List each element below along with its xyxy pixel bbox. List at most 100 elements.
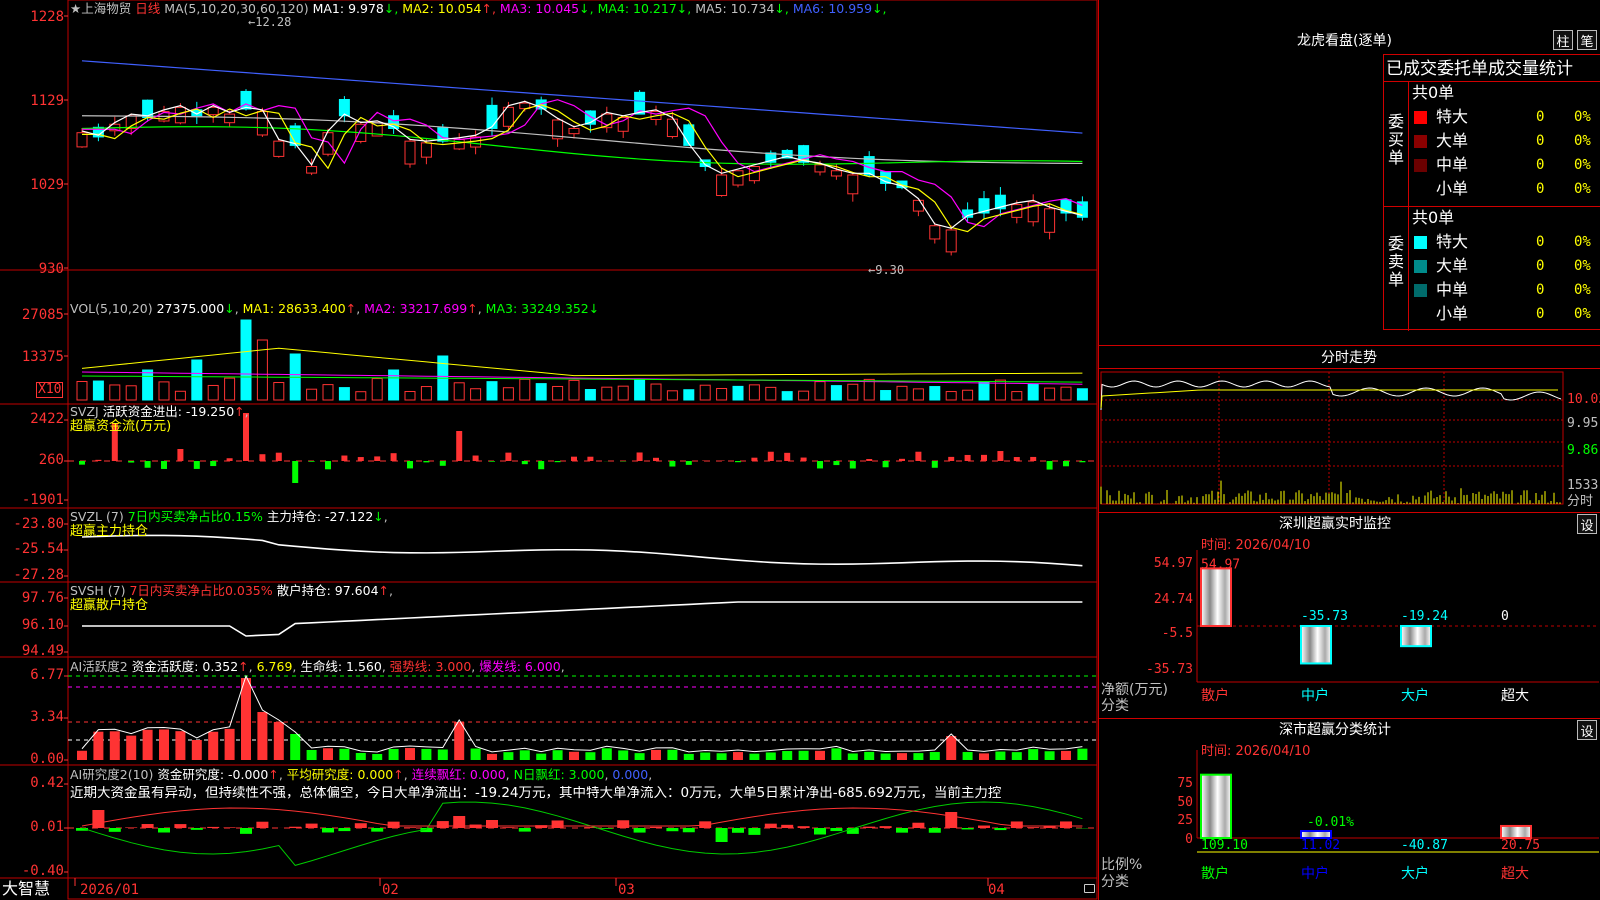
candle: [273, 140, 285, 157]
tab-tick-view[interactable]: 笔: [1577, 30, 1597, 50]
research-bar: [436, 821, 449, 828]
volume-bar: [601, 386, 613, 401]
research-bar: [600, 828, 613, 829]
svsh-ratio: 7日内买卖净占比0.035%: [129, 583, 273, 598]
volume-bar: [306, 388, 318, 401]
activity-bar: [798, 750, 809, 760]
vol-unit-badge: X10: [36, 382, 64, 398]
ai2-comment: 近期大资金虽有异动，但持续性不强，总体偏空，今日大单净流出：-19.24万元，其…: [70, 786, 1002, 800]
fund-flow-bar: [1046, 461, 1053, 470]
stats-category: 超大: [1501, 866, 1529, 882]
order-pct: 0%: [1574, 282, 1591, 298]
volume-bar: [191, 359, 203, 401]
order-type-label: 小单: [1436, 304, 1469, 323]
period-label[interactable]: 日线: [135, 1, 160, 16]
fund-flow-bar: [95, 459, 102, 461]
chart-frame: [67, 0, 1098, 900]
research-bar: [617, 820, 630, 828]
research-bar: [978, 825, 990, 828]
activity-bar: [437, 749, 448, 760]
candle: [912, 199, 924, 212]
candle: [306, 166, 318, 174]
volume-bar: [847, 383, 859, 401]
ma-arrow: ↓,: [774, 1, 789, 16]
intraday-chart[interactable]: [1099, 370, 1600, 510]
order-count: 0: [1536, 306, 1545, 322]
candle: [224, 113, 236, 124]
lhb-table: 已成交委托单成交量统计 委买单 委卖单 共0单 共0单 特大 0 0% 大单 0 0% 中单…: [1383, 54, 1600, 331]
fund-flow-bar: [849, 461, 856, 469]
date-label: 04: [988, 882, 1005, 898]
activity-bar: [782, 751, 793, 760]
monitor-settings-button[interactable]: 设: [1577, 514, 1597, 534]
stats-ytick: 50: [1177, 795, 1193, 810]
research-bar: [289, 826, 302, 828]
stats-settings-button[interactable]: 设: [1577, 720, 1597, 740]
ai2-name: AI研究度2(10): [70, 767, 154, 782]
ma-arrow: ↑,: [481, 1, 496, 16]
volume-bar: [978, 381, 990, 401]
research-bar: [748, 828, 761, 835]
fund-flow-bar: [79, 461, 85, 465]
research-line: [81, 801, 1083, 866]
activity-bar: [831, 748, 842, 760]
symbol-name[interactable]: ★上海物贸: [70, 1, 131, 16]
main-position-line: [81, 534, 1083, 567]
fund-flow-bar: [423, 461, 430, 463]
order-type-label: 中单: [1436, 155, 1469, 174]
volume-bar: [863, 378, 875, 401]
ai2-consec-red: 连续飘红: 0.000: [411, 767, 506, 782]
order-pct: 0%: [1574, 258, 1591, 274]
order-count: 0: [1536, 258, 1545, 274]
volume-bar: [650, 383, 662, 401]
research-bar: [92, 810, 105, 828]
activity-bar: [109, 731, 120, 760]
candle: [666, 118, 678, 138]
tab-bar-view[interactable]: 柱: [1553, 30, 1573, 50]
activity-bar: [77, 750, 87, 760]
lock-icon[interactable]: [1084, 884, 1095, 893]
volume-bar: [896, 385, 908, 401]
fund-flow-bar: [981, 454, 987, 461]
research-bar: [650, 826, 662, 828]
ai1-strongline: 强势线: 3.000: [389, 659, 472, 674]
research-bar: [1060, 821, 1072, 828]
svzl-position: 主力持仓: -27.122: [266, 509, 374, 524]
candle: [568, 127, 580, 135]
research-bar: [305, 823, 318, 828]
fund-flow-bar: [653, 457, 659, 461]
candle: [929, 225, 941, 240]
activity-bar: [454, 722, 465, 760]
ai2-ytick: 0.42: [30, 775, 64, 791]
fund-flow-bar: [817, 461, 823, 469]
candle: [617, 116, 629, 132]
research-bar: [715, 828, 728, 842]
activity-bar: [765, 752, 776, 760]
svzj-title: SVZJ 活跃资金进出: -19.250↑,: [70, 404, 249, 419]
fund-flow-bar: [243, 413, 249, 461]
volume-bar: [273, 382, 285, 401]
volume-bar: [371, 378, 383, 401]
stats-ytick: 0: [1185, 832, 1193, 847]
intraday-ytick: 10.03: [1567, 392, 1600, 407]
volume-bar: [158, 381, 170, 401]
monitor-ytick: 54.97: [1154, 556, 1193, 571]
candle: [207, 106, 219, 116]
main-chart-svg[interactable]: [0, 0, 1098, 900]
activity-bar: [1061, 750, 1071, 760]
fund-flow-bar: [784, 452, 791, 461]
stats-bar: [1200, 773, 1232, 840]
volume-bar: [470, 388, 482, 401]
vol-ma3: MA3: 33249.352: [485, 301, 589, 316]
legend-swatch: [1414, 260, 1427, 273]
order-pct: 0%: [1574, 109, 1591, 125]
volume-bar: [798, 390, 810, 401]
activity-bar: [470, 748, 481, 760]
intraday-vol-tick: 1533: [1567, 478, 1599, 493]
research-bar: [945, 812, 958, 828]
volume-bar: [519, 378, 531, 401]
chart-area[interactable]: ★上海物贸 日线 MA(5,10,20,30,60,120) MA1: 9.97…: [0, 0, 1098, 900]
high-price-mark: ←12.28: [248, 15, 292, 29]
research-bar: [551, 820, 564, 828]
stats-value-label: 109.10: [1201, 838, 1248, 853]
